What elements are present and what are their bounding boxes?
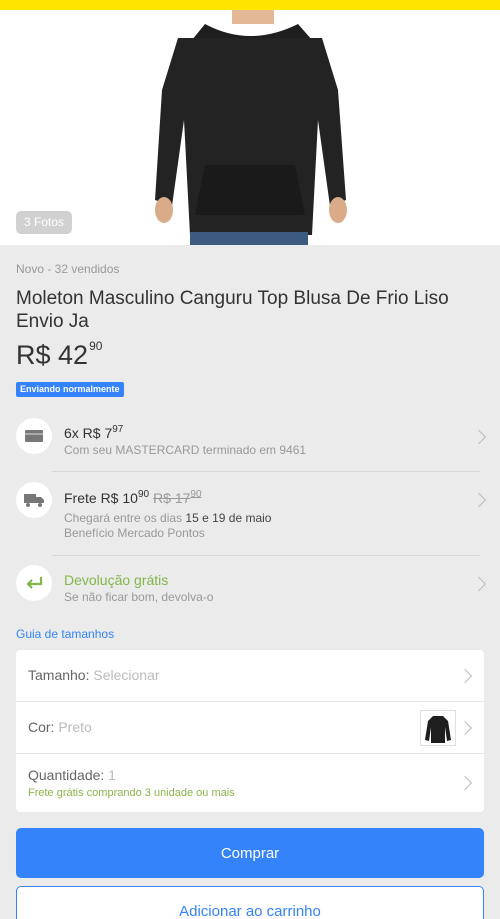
- condition-sold-count: Novo - 32 vendidos: [16, 262, 120, 276]
- return-arrow-icon: [16, 565, 52, 601]
- price-cents: 90: [89, 339, 103, 353]
- installments-amount: 6x R$ 797: [64, 424, 124, 441]
- free-returns-title: Devolução grátis: [64, 572, 169, 588]
- shipping-benefit: Benefício Mercado Pontos: [64, 526, 205, 540]
- credit-card-icon: [16, 418, 52, 454]
- photo-count-badge[interactable]: 3 Fotos: [16, 211, 73, 234]
- price-main: R$ 42: [16, 340, 89, 370]
- quantity-label: Quantidade: 1: [28, 767, 116, 783]
- chevron-right-icon: [457, 668, 473, 684]
- free-returns-subtitle: Se não ficar bom, devolva-o: [64, 590, 214, 604]
- shipping-arrival: Chegará entre os dias 15 e 19 de maio: [64, 511, 272, 525]
- product-title: Moleton Masculino Canguru Top Blusa De F…: [16, 288, 449, 332]
- divider: [52, 471, 480, 472]
- color-thumbnail: [420, 710, 456, 746]
- quantity-selector[interactable]: Quantidade: 1 Frete grátis comprando 3 u…: [16, 754, 484, 812]
- color-selector[interactable]: Cor: Preto: [16, 702, 484, 753]
- free-returns-row[interactable]: Devolução grátis Se não ficar bom, devol…: [0, 565, 500, 605]
- chevron-right-icon: [471, 576, 487, 592]
- size-label: Tamanho: Selecionar: [28, 667, 160, 683]
- chevron-right-icon: [457, 775, 473, 791]
- shipping-status-badge: Enviando normalmente: [16, 382, 124, 397]
- installments-row[interactable]: 6x R$ 797 Com seu MASTERCARD terminado e…: [0, 418, 500, 470]
- product-options-card: Tamanho: Selecionar Cor: Preto Quantidad…: [16, 650, 484, 812]
- product-photo-gallery[interactable]: 3 Fotos: [0, 10, 500, 245]
- shipping-row[interactable]: Frete R$ 1090 R$ 1790 Chegará entre os di…: [0, 482, 500, 544]
- chevron-right-icon: [471, 429, 487, 445]
- buy-button[interactable]: Comprar: [16, 828, 484, 878]
- shipping-price: Frete R$ 1090 R$ 1790: [64, 489, 202, 506]
- installments-card-info: Com seu MASTERCARD terminado em 9461: [64, 443, 307, 457]
- truck-icon: [16, 482, 52, 518]
- chevron-right-icon: [457, 720, 473, 736]
- add-to-cart-button[interactable]: Adicionar ao carrinho: [16, 886, 484, 919]
- quantity-free-shipping-note: Frete grátis comprando 3 unidade ou mais: [28, 787, 235, 799]
- size-guide-link[interactable]: Guia de tamanhos: [16, 627, 114, 641]
- divider: [52, 555, 480, 556]
- product-price: R$ 4290: [16, 339, 103, 371]
- product-image: [155, 10, 347, 245]
- chevron-right-icon: [471, 492, 487, 508]
- size-selector[interactable]: Tamanho: Selecionar: [16, 650, 484, 701]
- top-header-bar: [0, 0, 500, 10]
- color-label: Cor: Preto: [28, 719, 92, 735]
